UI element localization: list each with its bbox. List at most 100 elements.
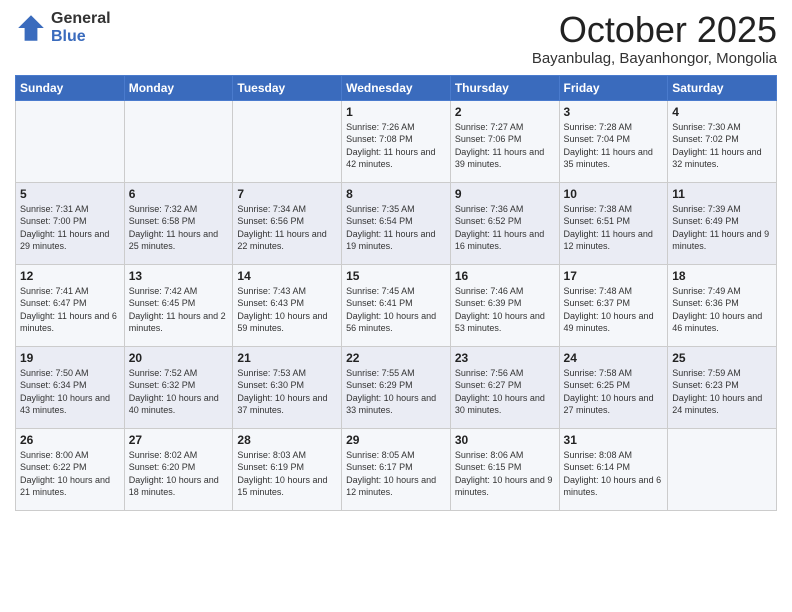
col-tuesday: Tuesday — [233, 75, 342, 100]
logo-text: General Blue — [51, 10, 111, 45]
calendar-cell: 1 Sunrise: 7:26 AM Sunset: 7:08 PM Daylig… — [342, 100, 451, 182]
col-wednesday: Wednesday — [342, 75, 451, 100]
day-number: 28 — [237, 433, 337, 447]
day-info: Sunrise: 7:48 AM Sunset: 6:37 PM Dayligh… — [564, 285, 664, 335]
day-number: 1 — [346, 105, 446, 119]
day-number: 9 — [455, 187, 555, 201]
day-number: 22 — [346, 351, 446, 365]
col-sunday: Sunday — [16, 75, 125, 100]
day-info: Sunrise: 8:08 AM Sunset: 6:14 PM Dayligh… — [564, 449, 664, 499]
calendar-page: General Blue October 2025 Bayanbulag, Ba… — [0, 0, 792, 612]
day-number: 12 — [20, 269, 120, 283]
day-info: Sunrise: 8:00 AM Sunset: 6:22 PM Dayligh… — [20, 449, 120, 499]
day-info: Sunrise: 7:27 AM Sunset: 7:06 PM Dayligh… — [455, 121, 555, 171]
day-info: Sunrise: 8:03 AM Sunset: 6:19 PM Dayligh… — [237, 449, 337, 499]
day-number: 2 — [455, 105, 555, 119]
col-monday: Monday — [124, 75, 233, 100]
calendar-cell: 20 Sunrise: 7:52 AM Sunset: 6:32 PM Dayli… — [124, 346, 233, 428]
calendar-cell: 18 Sunrise: 7:49 AM Sunset: 6:36 PM Dayli… — [668, 264, 777, 346]
day-number: 26 — [20, 433, 120, 447]
day-number: 13 — [129, 269, 229, 283]
day-number: 10 — [564, 187, 664, 201]
calendar-cell: 31 Sunrise: 8:08 AM Sunset: 6:14 PM Dayli… — [559, 428, 668, 510]
day-info: Sunrise: 7:58 AM Sunset: 6:25 PM Dayligh… — [564, 367, 664, 417]
calendar-cell: 9 Sunrise: 7:36 AM Sunset: 6:52 PM Daylig… — [450, 182, 559, 264]
day-number: 5 — [20, 187, 120, 201]
calendar-cell — [16, 100, 125, 182]
day-info: Sunrise: 7:26 AM Sunset: 7:08 PM Dayligh… — [346, 121, 446, 171]
day-number: 6 — [129, 187, 229, 201]
calendar-cell: 17 Sunrise: 7:48 AM Sunset: 6:37 PM Dayli… — [559, 264, 668, 346]
logo-icon — [15, 12, 47, 44]
day-info: Sunrise: 7:52 AM Sunset: 6:32 PM Dayligh… — [129, 367, 229, 417]
day-info: Sunrise: 7:34 AM Sunset: 6:56 PM Dayligh… — [237, 203, 337, 253]
calendar-cell: 5 Sunrise: 7:31 AM Sunset: 7:00 PM Daylig… — [16, 182, 125, 264]
calendar-cell: 21Sunrise: 7:53 AM Sunset: 6:30 PM Dayli… — [233, 346, 342, 428]
day-number: 20 — [129, 351, 229, 365]
day-info: Sunrise: 7:41 AM Sunset: 6:47 PM Dayligh… — [20, 285, 120, 335]
calendar-cell: 6Sunrise: 7:32 AM Sunset: 6:58 PM Daylig… — [124, 182, 233, 264]
calendar-cell: 29Sunrise: 8:05 AM Sunset: 6:17 PM Dayli… — [342, 428, 451, 510]
calendar-cell: 8 Sunrise: 7:35 AM Sunset: 6:54 PM Daylig… — [342, 182, 451, 264]
calendar-cell: 7 Sunrise: 7:34 AM Sunset: 6:56 PM Daylig… — [233, 182, 342, 264]
day-number: 17 — [564, 269, 664, 283]
day-number: 18 — [672, 269, 772, 283]
calendar-table: Sunday Monday Tuesday Wednesday Thursday… — [15, 75, 777, 511]
col-thursday: Thursday — [450, 75, 559, 100]
calendar-cell: 4 Sunrise: 7:30 AM Sunset: 7:02 PM Daylig… — [668, 100, 777, 182]
calendar-cell: 3 Sunrise: 7:28 AM Sunset: 7:04 PM Daylig… — [559, 100, 668, 182]
day-info: Sunrise: 7:30 AM Sunset: 7:02 PM Dayligh… — [672, 121, 772, 171]
day-info: Sunrise: 7:49 AM Sunset: 6:36 PM Dayligh… — [672, 285, 772, 335]
day-info: Sunrise: 7:35 AM Sunset: 6:54 PM Dayligh… — [346, 203, 446, 253]
calendar-week-1: 5 Sunrise: 7:31 AM Sunset: 7:00 PM Daylig… — [16, 182, 777, 264]
day-info: Sunrise: 7:43 AM Sunset: 6:43 PM Dayligh… — [237, 285, 337, 335]
calendar-cell: 14Sunrise: 7:43 AM Sunset: 6:43 PM Dayli… — [233, 264, 342, 346]
logo: General Blue — [15, 10, 111, 45]
month-title: October 2025 — [532, 10, 777, 50]
day-info: Sunrise: 7:45 AM Sunset: 6:41 PM Dayligh… — [346, 285, 446, 335]
calendar-cell: 28 Sunrise: 8:03 AM Sunset: 6:19 PM Dayli… — [233, 428, 342, 510]
logo-general-text: General — [51, 10, 111, 28]
logo-blue-text: Blue — [51, 28, 111, 46]
day-info: Sunrise: 8:02 AM Sunset: 6:20 PM Dayligh… — [129, 449, 229, 499]
col-friday: Friday — [559, 75, 668, 100]
day-info: Sunrise: 8:06 AM Sunset: 6:15 PM Dayligh… — [455, 449, 555, 499]
calendar-cell: 30Sunrise: 8:06 AM Sunset: 6:15 PM Dayli… — [450, 428, 559, 510]
calendar-cell: 11 Sunrise: 7:39 AM Sunset: 6:49 PM Dayli… — [668, 182, 777, 264]
calendar-week-0: 1 Sunrise: 7:26 AM Sunset: 7:08 PM Daylig… — [16, 100, 777, 182]
day-number: 8 — [346, 187, 446, 201]
header-row: Sunday Monday Tuesday Wednesday Thursday… — [16, 75, 777, 100]
day-number: 19 — [20, 351, 120, 365]
location: Bayanbulag, Bayanhongor, Mongolia — [532, 50, 777, 67]
day-info: Sunrise: 7:50 AM Sunset: 6:34 PM Dayligh… — [20, 367, 120, 417]
calendar-cell — [124, 100, 233, 182]
calendar-cell: 26 Sunrise: 8:00 AM Sunset: 6:22 PM Dayli… — [16, 428, 125, 510]
day-info: Sunrise: 7:59 AM Sunset: 6:23 PM Dayligh… — [672, 367, 772, 417]
day-info: Sunrise: 7:56 AM Sunset: 6:27 PM Dayligh… — [455, 367, 555, 417]
day-info: Sunrise: 7:55 AM Sunset: 6:29 PM Dayligh… — [346, 367, 446, 417]
col-saturday: Saturday — [668, 75, 777, 100]
calendar-cell: 19 Sunrise: 7:50 AM Sunset: 6:34 PM Dayli… — [16, 346, 125, 428]
calendar-cell: 16Sunrise: 7:46 AM Sunset: 6:39 PM Dayli… — [450, 264, 559, 346]
day-number: 11 — [672, 187, 772, 201]
day-info: Sunrise: 7:28 AM Sunset: 7:04 PM Dayligh… — [564, 121, 664, 171]
day-info: Sunrise: 8:05 AM Sunset: 6:17 PM Dayligh… — [346, 449, 446, 499]
day-info: Sunrise: 7:42 AM Sunset: 6:45 PM Dayligh… — [129, 285, 229, 335]
calendar-cell: 12 Sunrise: 7:41 AM Sunset: 6:47 PM Dayli… — [16, 264, 125, 346]
day-number: 23 — [455, 351, 555, 365]
day-info: Sunrise: 7:31 AM Sunset: 7:00 PM Dayligh… — [20, 203, 120, 253]
calendar-cell: 27Sunrise: 8:02 AM Sunset: 6:20 PM Dayli… — [124, 428, 233, 510]
calendar-cell: 24Sunrise: 7:58 AM Sunset: 6:25 PM Dayli… — [559, 346, 668, 428]
day-number: 25 — [672, 351, 772, 365]
calendar-cell: 22 Sunrise: 7:55 AM Sunset: 6:29 PM Dayli… — [342, 346, 451, 428]
day-number: 7 — [237, 187, 337, 201]
day-number: 3 — [564, 105, 664, 119]
day-number: 31 — [564, 433, 664, 447]
calendar-week-2: 12 Sunrise: 7:41 AM Sunset: 6:47 PM Dayli… — [16, 264, 777, 346]
calendar-week-3: 19 Sunrise: 7:50 AM Sunset: 6:34 PM Dayli… — [16, 346, 777, 428]
day-info: Sunrise: 7:39 AM Sunset: 6:49 PM Dayligh… — [672, 203, 772, 253]
title-block: October 2025 Bayanbulag, Bayanhongor, Mo… — [532, 10, 777, 67]
day-info: Sunrise: 7:36 AM Sunset: 6:52 PM Dayligh… — [455, 203, 555, 253]
day-number: 4 — [672, 105, 772, 119]
day-number: 15 — [346, 269, 446, 283]
